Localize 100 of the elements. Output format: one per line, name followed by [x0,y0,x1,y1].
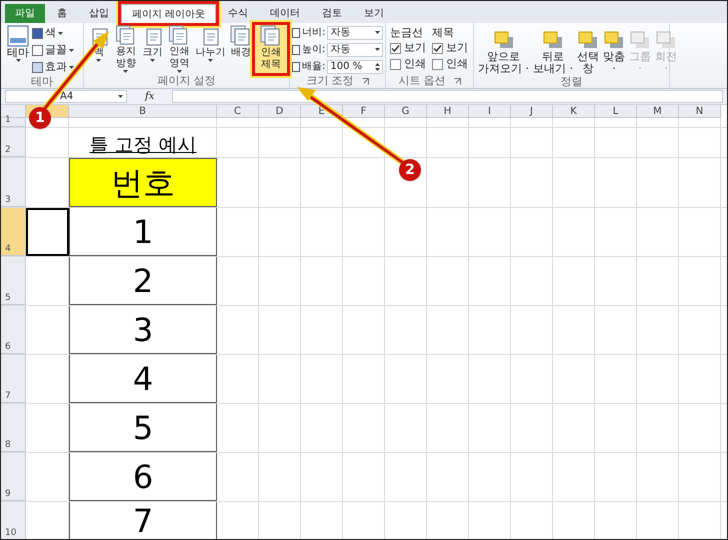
caret-icon [150,59,156,62]
caret-icon [58,32,63,34]
column-header[interactable]: N [679,105,721,118]
spinner-icon[interactable] [375,62,380,70]
ribbon-tab[interactable]: 보기 [354,4,394,23]
caret-icon [69,48,74,52]
swatch-icon [32,44,43,56]
page-setup-button[interactable]: 크기 [140,25,166,73]
caret-icon [123,70,128,73]
column-header[interactable]: G [385,105,427,118]
swatch-icon [32,28,43,38]
checkbox-label: 보기 [446,40,468,56]
shapes-icon [603,29,625,51]
column-header[interactable]: K [553,105,595,118]
themes-button[interactable]: 테마 [7,25,29,75]
arrange-button[interactable]: 앞으로 가져오기 · [477,29,530,75]
caret-icon [69,66,74,68]
caret-icon [375,31,380,34]
ribbon-tab[interactable]: 삽입 [79,4,119,23]
group-label: 크기 조정 [306,72,354,89]
checkbox-label: 인쇄 [446,56,468,72]
row-header[interactable]: 5 [1,257,26,305]
column-header[interactable]: J [511,105,553,118]
column-header[interactable]: M [637,105,679,118]
group-label: 페이지 설정 [157,72,216,89]
stacked-pages-icon [260,25,282,47]
arrange-button[interactable]: 맞춤 · [602,29,626,75]
caret-icon [208,59,213,62]
group-label: 정렬 [560,74,582,90]
spin-field[interactable]: 100 % [327,60,383,74]
number-cell: 3 [69,306,217,354]
dialog-launcher-icon[interactable] [454,78,461,84]
option-heading: 제목 [432,25,455,39]
checkbox[interactable] [390,42,401,54]
row-header[interactable]: 1 [1,118,26,127]
checkbox-label: 보기 [404,40,426,56]
name-box[interactable]: A4 [5,90,127,103]
row-header[interactable]: 8 [1,404,26,452]
number-cell: 2 [69,257,217,305]
column-header[interactable]: L [595,105,637,118]
themes-icon [7,25,29,47]
function-button[interactable]: fx [131,90,168,102]
group-label: 시트 옵션 [398,72,446,89]
checkbox[interactable] [390,58,401,70]
number-cell: 6 [69,453,217,501]
header-cell: 번호 [69,158,217,207]
ribbon-tab[interactable]: 데이터 [260,4,310,23]
caret-icon [176,70,182,73]
row-header[interactable]: 7 [1,355,26,403]
shapes-icon [492,29,514,51]
ribbon-tab[interactable]: 홈 [47,4,77,23]
shapes-icon [542,29,564,51]
formula-input[interactable] [172,90,723,103]
arrange-button[interactable]: 뒤로 보내기 · [532,29,574,75]
caret-icon [375,48,380,51]
theme-option-button[interactable]: 글꼴 [32,42,74,58]
row-header[interactable]: 2 [1,128,26,157]
page-setup-button[interactable]: 용지 방향 [112,25,139,73]
select-field[interactable]: 자동 [327,42,383,56]
file-tab[interactable]: 파일 [5,4,45,23]
checkbox-label: 인쇄 [404,56,426,72]
page-setup-button[interactable]: 인쇄 제목 [255,25,287,73]
row-header[interactable]: 3 [1,158,26,207]
dialog-launcher-icon[interactable] [362,78,369,84]
sheet-title: 틀 고정 예시 [89,133,197,157]
page-setup-button[interactable]: 나누기 [193,25,228,73]
column-header[interactable]: B [69,105,217,118]
shapes-icon [577,29,599,51]
select-field[interactable]: 자동 [327,26,383,40]
arrange-button[interactable]: 선택 창 [576,29,600,75]
row-header[interactable]: 6 [1,306,26,354]
checkbox[interactable] [432,58,443,70]
column-header[interactable]: I [469,105,511,118]
checkbox[interactable] [432,42,443,54]
column-header[interactable]: D [259,105,301,118]
stacked-pages-icon [114,25,137,46]
number-cell: 4 [69,355,217,403]
page-setup-button[interactable]: 인쇄 영역 [166,25,192,73]
column-header[interactable]: F [343,105,385,118]
field-label: 너비: [302,26,326,40]
row-header[interactable]: 4 [1,208,26,256]
row-header[interactable]: 9 [1,453,26,501]
number-cell: 5 [69,404,217,452]
column-header[interactable]: C [217,105,259,118]
stacked-pages-icon [230,25,252,47]
column-header[interactable]: H [427,105,469,118]
field-label: 배율: [302,60,326,74]
ribbon-tab[interactable]: 검토 [312,4,352,23]
shapes-icon [629,29,651,51]
theme-option-button[interactable]: 색 [32,25,74,41]
group-label: 테마 [31,74,53,90]
field-label: 높이: [302,43,326,57]
number-cell: 7 [69,502,217,539]
caret-icon [16,59,20,62]
active-cell[interactable] [26,208,69,256]
theme-option-button[interactable]: 효과 [32,59,74,75]
row-header[interactable]: 10 [1,502,26,539]
number-cell: 1 [69,208,217,256]
option-heading: 눈금선 [390,25,424,39]
ribbon-tab[interactable]: 수식 [218,4,258,23]
